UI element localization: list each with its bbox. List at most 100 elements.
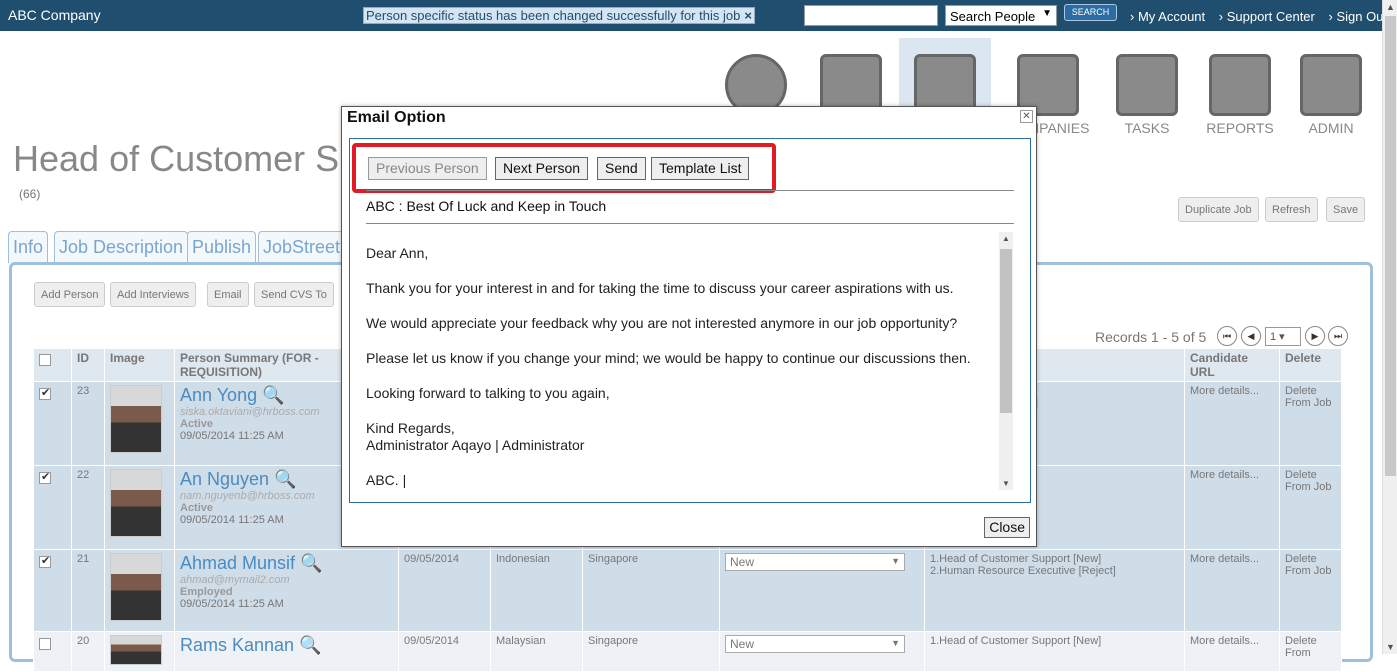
email-option-dialog: Email Option ✕ Previous Person Next Pers… (341, 106, 1037, 547)
tab-info[interactable]: Info (8, 231, 49, 263)
search-button[interactable]: SEARCH (1064, 4, 1117, 21)
row-checkbox[interactable] (39, 386, 51, 400)
tab-job-description[interactable]: Job Description (54, 231, 189, 263)
email-editor: Previous Person Next Person Send Templat… (349, 138, 1031, 503)
refresh-button[interactable]: Refresh (1265, 197, 1318, 222)
person-email: ahmad@mymail2.com (180, 574, 290, 586)
add-interviews-button[interactable]: Add Interviews (110, 282, 197, 307)
first-page-icon[interactable]: ⏮ (1217, 326, 1237, 346)
more-details-link[interactable]: More details... (1184, 549, 1280, 632)
save-button[interactable]: Save (1326, 197, 1366, 222)
page-scrollbar[interactable]: ▲ ▼ (1382, 0, 1397, 654)
row-checkbox[interactable] (39, 554, 51, 568)
more-details-link[interactable]: More details... (1184, 465, 1280, 550)
more-details-link[interactable]: More details... (1184, 381, 1280, 466)
header-id[interactable]: ID (71, 348, 105, 382)
send-button[interactable]: Send (597, 157, 646, 180)
table-row[interactable]: 20 Rams Kannan 🔍 09/05/2014 Malaysian Si… (33, 631, 1342, 672)
magnifier-icon[interactable]: 🔍 (262, 385, 284, 405)
page-select[interactable]: 1 ▾ (1265, 327, 1301, 346)
row-id: 23 (71, 381, 105, 466)
prev-page-icon[interactable]: ◀ (1241, 326, 1261, 346)
header-select[interactable] (33, 348, 72, 382)
scroll-thumb[interactable] (1000, 249, 1012, 413)
table-row[interactable]: 21 Ahmad Munsif 🔍ahmad@mymail2.comEmploy… (33, 549, 1342, 632)
magnifier-icon[interactable]: 🔍 (299, 635, 321, 655)
duplicate-job-button[interactable]: Duplicate Job (1178, 197, 1259, 222)
more-details-link[interactable]: More details... (1184, 631, 1280, 672)
magnifier-icon[interactable]: 🔍 (274, 469, 296, 489)
location: Singapore (582, 549, 720, 632)
scroll-down-icon[interactable]: ▼ (1386, 642, 1395, 652)
brand-name: ABC Company (8, 7, 101, 23)
scroll-up-icon[interactable]: ▲ (1002, 234, 1010, 243)
close-icon[interactable]: ✕ (1020, 110, 1033, 123)
tab-publish[interactable]: Publish (187, 231, 257, 263)
divider (366, 190, 1014, 191)
top-bar: ABC Company Person specific status has b… (0, 0, 1387, 31)
avatar (110, 385, 162, 453)
body-line: Please let us know if you change your mi… (366, 350, 971, 366)
scroll-up-icon[interactable]: ▲ (1386, 2, 1395, 12)
sign-out-link[interactable]: › Sign Out (1329, 9, 1388, 24)
editor-scrollbar[interactable]: ▲ ▼ (999, 232, 1013, 490)
person-name-link[interactable]: Rams Kannan 🔍 (180, 635, 393, 656)
search-type-select[interactable]: Search People ▼ (945, 5, 1057, 26)
job-count: (66) (19, 187, 41, 201)
notice-close-icon[interactable]: × (744, 8, 752, 23)
send-cvs-button[interactable]: Send CVS To (254, 282, 334, 307)
nav-admin[interactable]: ADMIN (1285, 38, 1377, 138)
dialog-title: Email Option (347, 109, 446, 126)
magnifier-icon[interactable]: 🔍 (300, 553, 322, 573)
row-id: 21 (71, 549, 105, 632)
body-line: Thank you for your interest in and for t… (366, 280, 954, 296)
last-page-icon[interactable]: ⏭ (1328, 326, 1348, 346)
nationality: Indonesian (490, 549, 583, 632)
close-button[interactable]: Close (984, 517, 1030, 538)
row-checkbox[interactable] (39, 638, 51, 650)
divider (366, 223, 1014, 224)
nav-reports[interactable]: REPORTS (1194, 38, 1286, 138)
added-date: 09/05/2014 (398, 631, 491, 672)
person-name-link[interactable]: Ahmad Munsif 🔍 (180, 553, 393, 574)
my-account-link[interactable]: › My Account (1130, 9, 1205, 24)
email-body[interactable]: Dear Ann, Thank you for your interest in… (366, 245, 996, 507)
delete-from-job-link[interactable]: Delete From Job (1279, 549, 1342, 632)
email-button[interactable]: Email (207, 282, 249, 307)
delete-from-job-link[interactable]: Delete From (1279, 631, 1342, 672)
support-center-link[interactable]: › Support Center (1219, 9, 1315, 24)
delete-from-job-link[interactable]: Delete From Job (1279, 465, 1342, 550)
search-input[interactable] (804, 5, 938, 26)
scroll-thumb[interactable] (1385, 16, 1396, 476)
add-person-button[interactable]: Add Person (34, 282, 106, 307)
body-line: Administrator Aqayo | Administrator (366, 437, 585, 453)
chevron-down-icon: ▼ (1042, 8, 1052, 19)
person-date: 09/05/2014 11:25 AM (180, 598, 284, 610)
select-all-checkbox[interactable] (39, 354, 51, 366)
header-delete: Delete (1279, 348, 1342, 382)
avatar (110, 635, 162, 665)
body-line: Kind Regards, (366, 420, 455, 436)
row-id: 22 (71, 465, 105, 550)
previous-person-button[interactable]: Previous Person (368, 157, 487, 180)
notice-text: Person specific status has been changed … (366, 8, 741, 23)
page-select-value: 1 (1270, 331, 1277, 343)
tasks-icon (1116, 54, 1178, 116)
status-line: 1.Head of Customer Support [New] (930, 553, 1102, 565)
delete-from-job-link[interactable]: Delete From Job (1279, 381, 1342, 466)
added-date: 09/05/2014 (398, 549, 491, 632)
status-select[interactable]: New (725, 553, 905, 571)
status-select[interactable]: New (725, 635, 905, 653)
row-checkbox[interactable] (39, 470, 51, 484)
body-line: Looking forward to talking to you again, (366, 385, 610, 401)
tab-jobstreet[interactable]: JobStreet (258, 231, 346, 263)
nav-tasks[interactable]: TASKS (1101, 38, 1193, 138)
body-line: We would appreciate your feedback why yo… (366, 315, 958, 331)
template-list-button[interactable]: Template List (651, 157, 750, 180)
scroll-down-icon[interactable]: ▼ (1002, 479, 1010, 488)
next-page-icon[interactable]: ▶ (1305, 326, 1325, 346)
email-subject[interactable]: ABC : Best Of Luck and Keep in Touch (366, 198, 606, 214)
header-image: Image (104, 348, 175, 382)
admin-icon (1300, 54, 1362, 116)
next-person-button[interactable]: Next Person (495, 157, 589, 180)
